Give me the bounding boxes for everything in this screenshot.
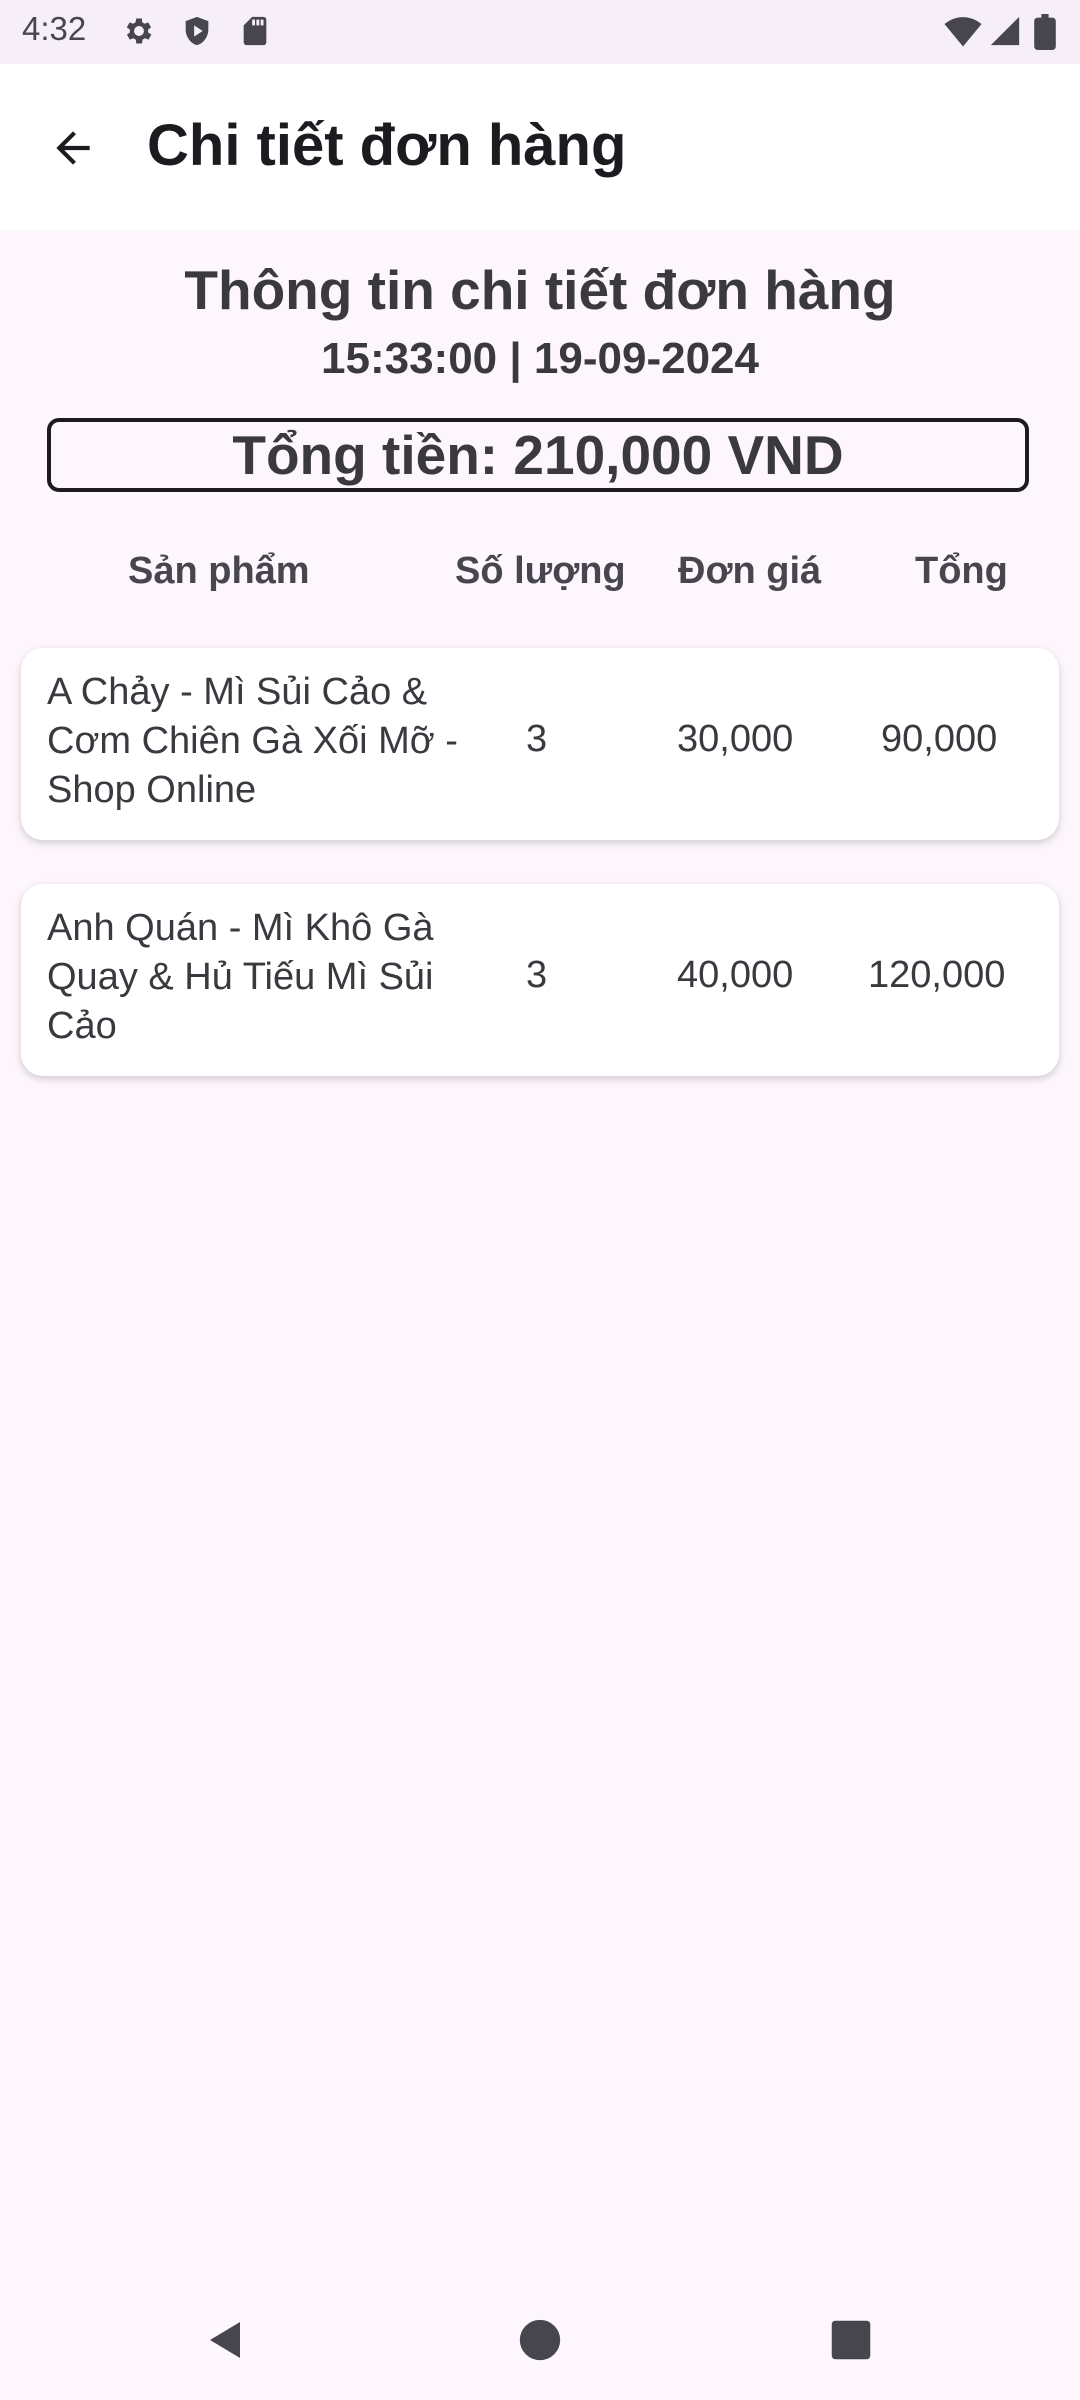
system-nav-bar: [0, 2272, 1080, 2400]
item-unit-price: 40,000: [677, 954, 794, 996]
nav-recents-icon: [830, 2319, 872, 2366]
nav-home-icon: [518, 2318, 562, 2367]
order-item-card[interactable]: Anh Quán - Mì Khô Gà Quay & Hủ Tiếu Mì S…: [21, 884, 1059, 1076]
order-total-box: Tổng tiền: 210,000 VND: [47, 418, 1029, 492]
item-name: Anh Quán - Mì Khô Gà Quay & Hủ Tiếu Mì S…: [47, 907, 434, 1047]
signal-icon: [988, 14, 1022, 48]
column-header-product: Sản phẩm: [128, 550, 310, 592]
item-name: A Chảy - Mì Sủi Cảo & Cơm Chiên Gà Xối M…: [47, 671, 458, 811]
item-unit-price: 30,000: [677, 718, 794, 760]
order-item-card[interactable]: A Chảy - Mì Sủi Cảo & Cơm Chiên Gà Xối M…: [21, 648, 1059, 840]
order-details-heading: Thông tin chi tiết đơn hàng: [184, 259, 896, 321]
column-header-unit-price: Đơn giá: [678, 550, 822, 592]
wifi-icon: [944, 14, 982, 48]
column-header-total: Tổng: [915, 550, 1008, 592]
shield-icon: [180, 14, 214, 48]
page-title: Chi tiết đơn hàng: [147, 113, 627, 178]
gear-icon: [122, 14, 156, 48]
sd-card-icon: [238, 14, 272, 48]
nav-recents-button[interactable]: [811, 2302, 891, 2382]
status-bar: 4:32: [0, 0, 1080, 64]
order-datetime: 15:33:00 | 19-09-2024: [321, 334, 759, 383]
column-header-quantity: Số lượng: [455, 550, 626, 592]
app-bar: Chi tiết đơn hàng: [0, 64, 1080, 230]
nav-home-button[interactable]: [500, 2302, 580, 2382]
order-total: Tổng tiền: 210,000 VND: [232, 424, 844, 486]
item-quantity: 3: [526, 718, 548, 760]
battery-icon: [1034, 14, 1058, 50]
item-quantity: 3: [526, 954, 548, 996]
nav-back-icon: [202, 2316, 250, 2369]
item-total: 120,000: [868, 954, 1006, 996]
item-total: 90,000: [881, 718, 998, 760]
status-time: 4:32: [22, 10, 87, 47]
arrow-back-icon: [48, 123, 98, 178]
nav-back-button[interactable]: [186, 2302, 266, 2382]
back-button[interactable]: [30, 107, 116, 193]
